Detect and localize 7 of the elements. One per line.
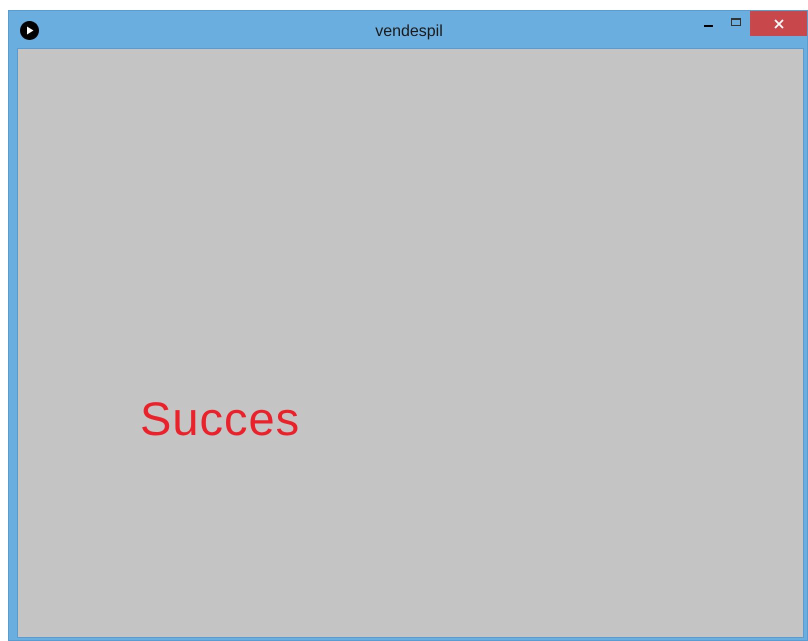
play-icon	[20, 21, 39, 40]
success-message: Succes	[140, 395, 300, 442]
window-title: vendespil	[374, 22, 444, 42]
close-icon	[774, 18, 784, 28]
close-button[interactable]	[750, 11, 807, 36]
maximize-icon	[731, 18, 741, 26]
minimize-icon	[704, 25, 712, 27]
